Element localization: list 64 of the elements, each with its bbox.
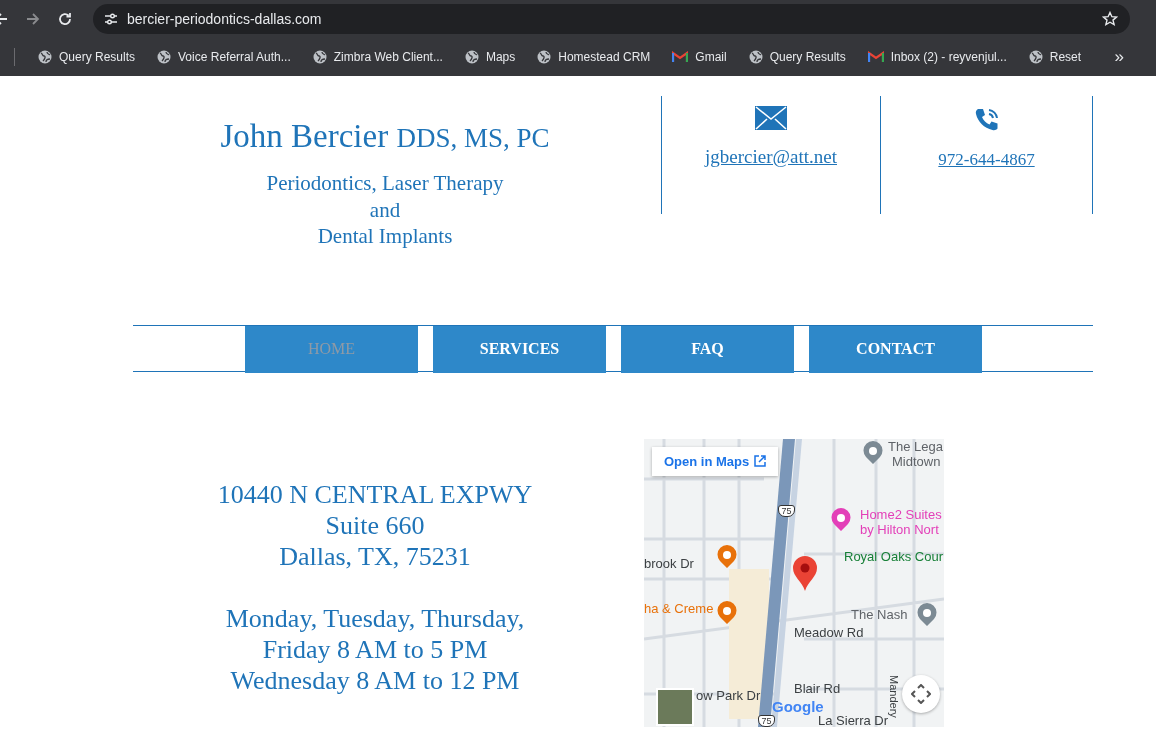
tagline-text: and	[369, 196, 401, 223]
bookmark-item[interactable]: Query Results	[741, 46, 853, 68]
map-label: La Sierra Dr	[818, 712, 889, 727]
bookmark-item[interactable]: Gmail	[665, 46, 734, 68]
globe-icon	[537, 50, 552, 64]
globe-icon	[38, 50, 52, 64]
globe-icon	[157, 50, 172, 64]
address-line: 10440 N CENTRAL EXPWY	[217, 478, 533, 510]
tagline-text: Periodontics, Laser Therapy	[266, 170, 504, 197]
bookmark-item[interactable]: Query Results	[31, 46, 143, 68]
url-text: bercier-periodontics-dallas.com	[127, 11, 323, 27]
map-label: Mandery	[888, 674, 900, 718]
bookmark-item[interactable]: Voice Referral Auth...	[150, 46, 298, 68]
map-label: Blair Rd	[794, 680, 841, 696]
map-logo: Google	[772, 697, 824, 715]
map-label: by Hilton Nort	[860, 521, 939, 537]
more-bookmarks-button[interactable]: »	[1110, 47, 1128, 67]
nav-tab[interactable]: SERVICES	[433, 325, 606, 373]
map-label: Midtown	[892, 453, 941, 469]
place-marker-icon	[917, 602, 937, 627]
map-label: The Lega	[888, 438, 943, 454]
hours-line: Wednesday 8 AM to 12 PM	[230, 664, 520, 696]
globe-icon	[464, 50, 479, 64]
practice-title: John Bercier DDS, MS, PC	[220, 117, 550, 156]
map-label: brook Dr	[644, 555, 694, 571]
site-settings-icon[interactable]	[103, 12, 119, 26]
bookmark-item[interactable]: Reset	[1021, 46, 1089, 68]
phone-link[interactable]: 972-644-4867	[938, 150, 1035, 170]
hotel-marker-icon	[831, 507, 851, 532]
globe-icon	[1028, 50, 1043, 64]
address-line: Dallas, TX, 75231	[279, 540, 471, 572]
reload-icon[interactable]	[58, 12, 72, 26]
move-arrows-icon	[911, 683, 931, 704]
address-bar[interactable]: bercier-periodontics-dallas.com	[93, 4, 1130, 34]
satellite-thumbnail[interactable]	[656, 687, 694, 726]
hours-line: Monday, Tuesday, Thursday,	[225, 602, 525, 634]
map-camera-control[interactable]	[902, 674, 940, 713]
map-label: Royal Oaks Cour	[844, 548, 943, 564]
bookmark-item[interactable]: Maps	[457, 46, 523, 68]
bookmark-star-icon[interactable]	[1102, 11, 1118, 27]
mail-icon	[867, 51, 884, 63]
map-label: The Nash	[851, 606, 908, 622]
hours-line: Friday 8 AM to 5 PM	[262, 633, 488, 665]
map-label: Home2 Suites	[860, 506, 942, 522]
bookmark-item[interactable]: Homestead CRM	[530, 46, 658, 68]
place-marker-icon	[863, 440, 883, 465]
tagline-text: Dental Implants	[317, 223, 453, 250]
external-link-icon	[754, 455, 767, 467]
forward-icon[interactable]	[26, 12, 40, 26]
address-line: Suite 660	[325, 509, 425, 541]
map-label: ha & Creme	[644, 600, 714, 616]
globe-icon	[748, 50, 763, 64]
envelope-icon	[755, 106, 787, 130]
map-label: ow Park Dr	[696, 687, 761, 703]
mail-icon	[672, 51, 689, 63]
globe-icon	[312, 50, 327, 64]
bookmark-item[interactable]: Inbox (2) - reyvenjul...	[860, 46, 1014, 68]
bookmark-item[interactable]: Zimbra Web Client...	[305, 46, 450, 68]
nav-tab[interactable]: FAQ	[621, 325, 794, 373]
map-label: Meadow Rd	[794, 624, 864, 640]
email-link[interactable]: jgbercier@att.net	[705, 146, 837, 168]
location-pin-icon	[792, 554, 818, 592]
open-in-maps-button[interactable]: Open in Maps	[652, 446, 779, 476]
nav-tab[interactable]: CONTACT	[809, 325, 982, 373]
